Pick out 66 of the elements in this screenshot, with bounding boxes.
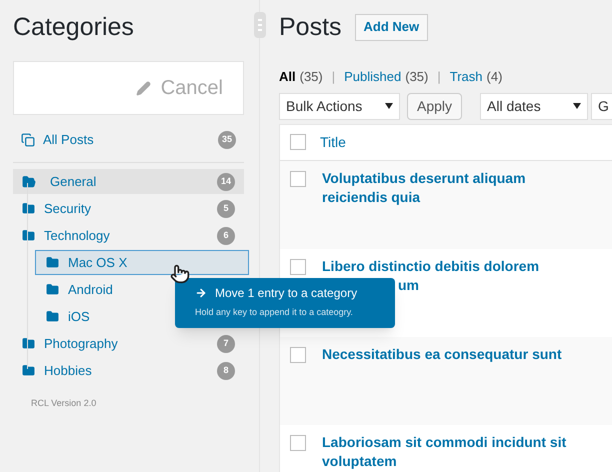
- category-name: Mac OS X: [68, 254, 128, 272]
- sidebar-title: Categories: [13, 12, 135, 43]
- folder-icon: [22, 364, 35, 377]
- post-title-link[interactable]: Laboriosam sit commodi incidunt sit voluptatem: [322, 432, 572, 470]
- filter-link[interactable]: Published: [344, 67, 402, 86]
- filter-link[interactable]: All: [279, 67, 296, 86]
- filter-link[interactable]: Trash: [450, 67, 483, 86]
- row-checkbox[interactable]: [290, 434, 306, 450]
- folder-icon: [22, 229, 35, 242]
- post-title-end: um: [398, 276, 420, 294]
- post-title-link[interactable]: Libero distinctio debitis dolorem: [322, 256, 572, 276]
- category-item[interactable]: Security 5: [13, 196, 244, 221]
- separator: |: [437, 68, 441, 86]
- folder-icon: [22, 337, 35, 350]
- caret-icon: [573, 103, 581, 109]
- filter-count: (4): [486, 68, 502, 86]
- folder-icon: [22, 202, 35, 215]
- folder-icon: [46, 310, 59, 323]
- category-item[interactable]: Photography 7: [13, 331, 244, 356]
- tooltip-title: Move 1 entry to a category: [215, 285, 358, 302]
- filter-count: (35): [300, 68, 323, 86]
- category-item[interactable]: Technology 6: [13, 223, 244, 248]
- count-badge: 8: [217, 362, 235, 380]
- category-item[interactable]: Hobbies 8: [13, 358, 244, 383]
- category-name: Hobbies: [44, 362, 92, 380]
- column-header[interactable]: Title: [320, 132, 346, 152]
- category-name: Security: [44, 200, 91, 218]
- separator: |: [332, 68, 336, 86]
- tooltip-hint: Hold any key to append it to a cateogry.: [195, 306, 354, 319]
- category-name: Technology: [44, 226, 110, 245]
- folder-icon: [46, 256, 59, 269]
- pencil-icon: [136, 80, 151, 96]
- category-name: iOS: [68, 308, 90, 326]
- all-posts-label: All Posts: [43, 130, 95, 149]
- count-badge: 35: [218, 130, 236, 148]
- version-text: RCL Version 2.0: [31, 397, 98, 410]
- filter-count: (35): [405, 68, 428, 86]
- folder-icon: [46, 283, 59, 296]
- all-posts-item[interactable]: All Posts 35: [13, 126, 244, 153]
- page-title: Posts: [279, 12, 342, 43]
- resize-handle[interactable]: [254, 12, 266, 38]
- row-checkbox[interactable]: [290, 170, 306, 186]
- count-badge: 14: [216, 172, 235, 190]
- count-badge: 6: [217, 226, 235, 244]
- dropdown[interactable]: G: [591, 92, 612, 120]
- add-new-button[interactable]: Add New: [354, 14, 428, 40]
- category-item[interactable]: General 14: [13, 169, 244, 194]
- dropdown[interactable]: Bulk Actions: [279, 92, 400, 120]
- count-badge: 5: [217, 200, 235, 218]
- hand-cursor-icon: [170, 264, 190, 284]
- row-checkbox[interactable]: [290, 346, 306, 362]
- post-title-link[interactable]: Necessitatibus ea consequatur sunt: [322, 344, 572, 364]
- row-checkbox[interactable]: [290, 258, 306, 274]
- category-name: General: [50, 172, 96, 191]
- copy-icon: [21, 132, 35, 146]
- category-name: Photography: [44, 334, 118, 353]
- category-item[interactable]: Mac OS X: [35, 250, 249, 275]
- select-all-checkbox[interactable]: [290, 134, 306, 150]
- apply-button[interactable]: Apply: [407, 92, 462, 120]
- count-badge: 7: [217, 334, 235, 352]
- category-name: Android: [68, 280, 113, 299]
- caret-icon: [385, 103, 393, 109]
- cancel-button[interactable]: Cancel: [136, 73, 223, 103]
- dropdown[interactable]: All dates: [480, 92, 588, 120]
- arrow-right-icon: [195, 287, 207, 299]
- open-folder-icon: [22, 174, 36, 188]
